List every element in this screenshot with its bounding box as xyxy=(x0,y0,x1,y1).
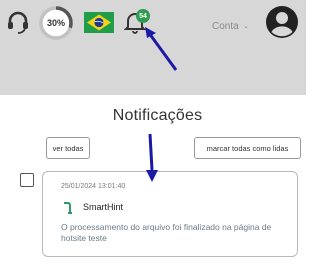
headset-icon[interactable] xyxy=(5,9,31,35)
notification-timestamp: 25/01/2024 13:01:40 xyxy=(61,183,126,190)
notification-sender: SmartHint xyxy=(83,202,124,212)
view-all-button[interactable]: ver todas xyxy=(46,137,90,159)
brazil-flag-icon[interactable] xyxy=(84,12,114,33)
top-navigation-bar: 30% 54 Conta ⌄ xyxy=(0,0,306,95)
notifications-title: Notificações xyxy=(112,107,203,124)
notification-card[interactable]: 25/01/2024 13:01:40 SmartHint O processa… xyxy=(42,171,298,257)
notification-message: O processamento do arquivo foi finalizad… xyxy=(61,222,272,243)
user-avatar-icon[interactable] xyxy=(265,5,299,39)
notification-count-badge: 54 xyxy=(136,9,150,23)
account-menu-label[interactable]: Conta xyxy=(212,21,239,32)
notifications-panel: Notificações ver todas marcar todas como… xyxy=(9,95,306,268)
chevron-down-icon[interactable]: ⌄ xyxy=(243,22,249,30)
select-notification-checkbox[interactable] xyxy=(20,173,34,187)
progress-label: 30% xyxy=(46,18,65,28)
mark-all-read-button[interactable]: marcar todas como lidas xyxy=(194,137,301,159)
smarthint-logo-icon xyxy=(64,202,72,214)
